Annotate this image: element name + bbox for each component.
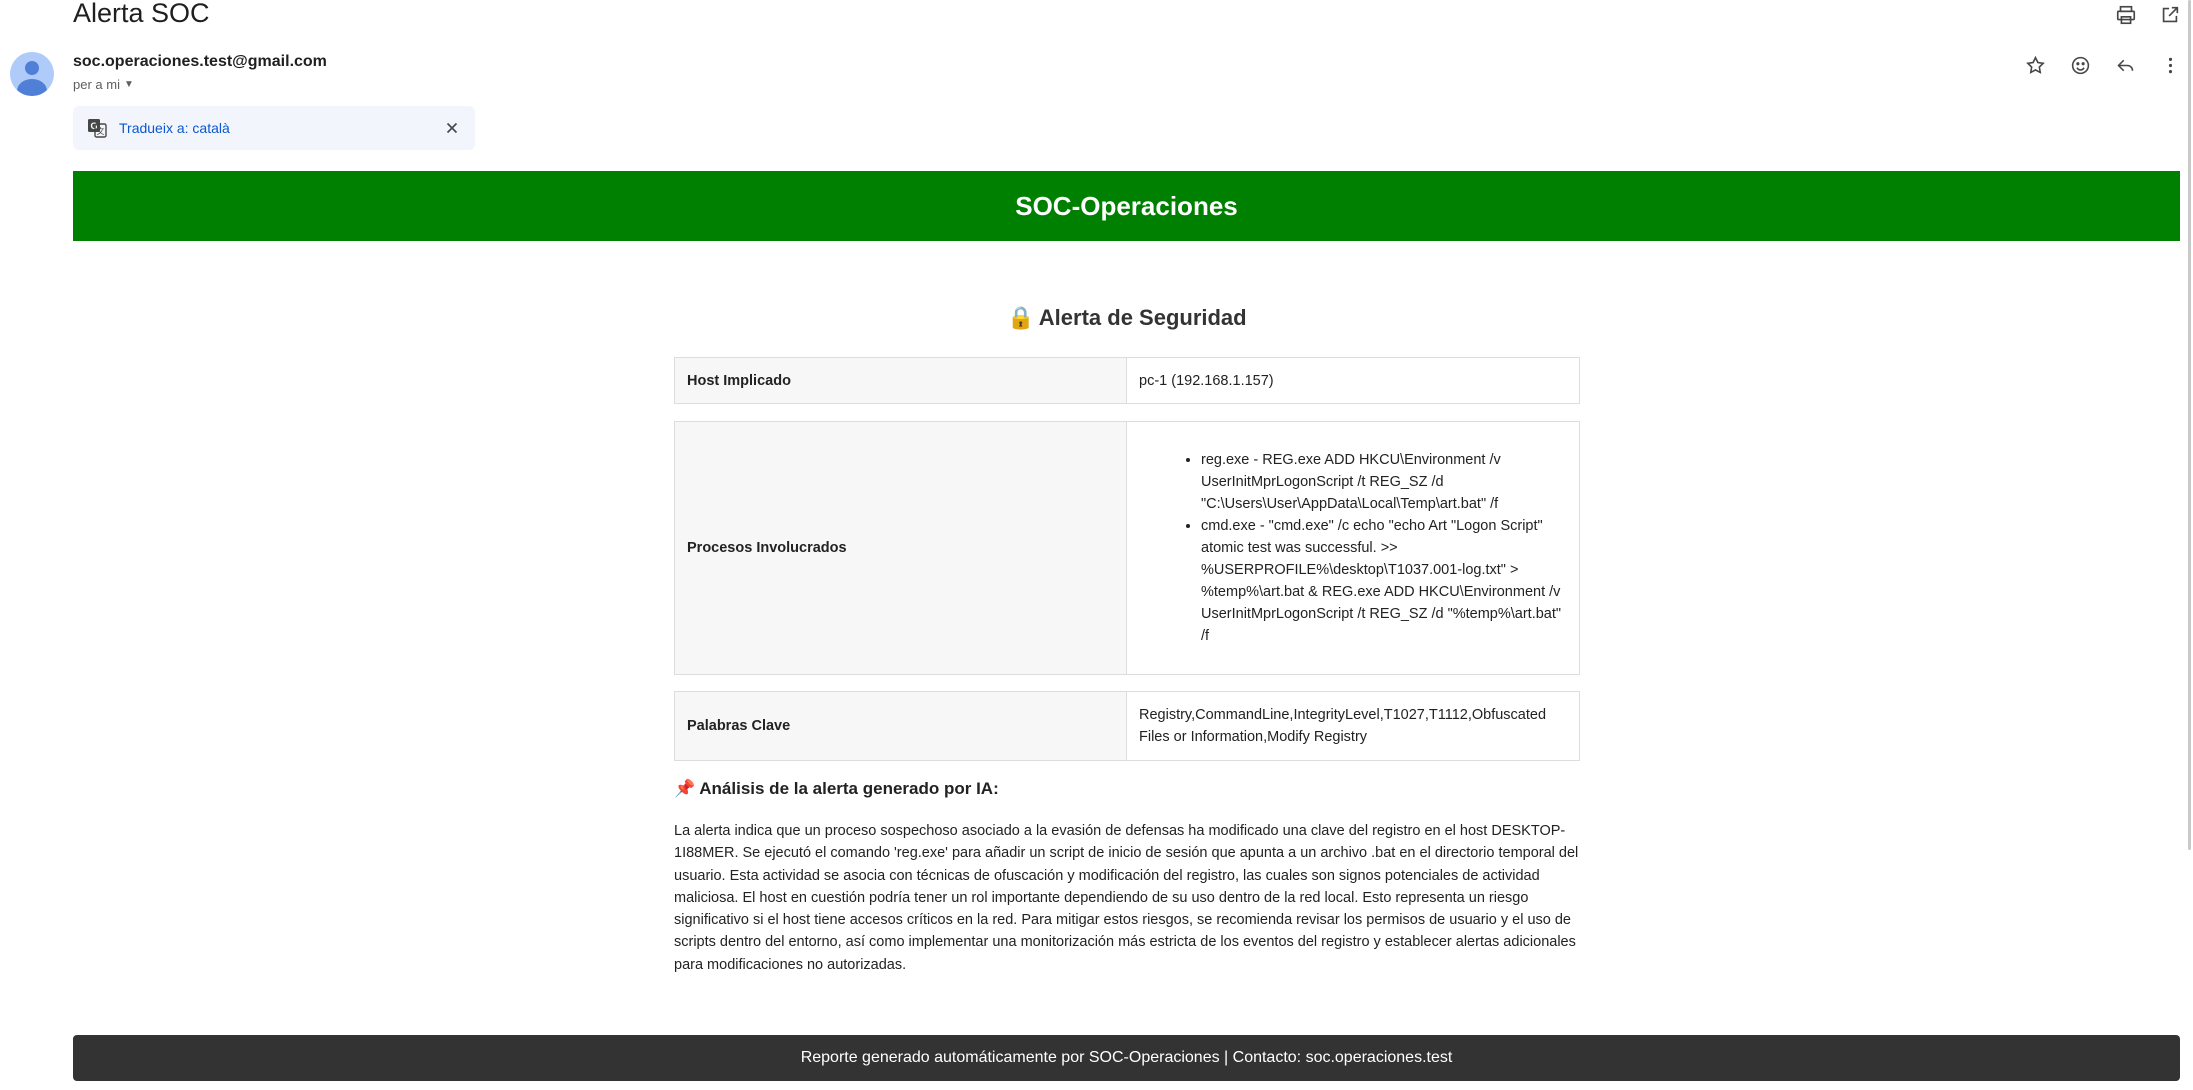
table-row: Host Implicado pc-1 (192.168.1.157)	[674, 357, 1580, 404]
analysis-heading: 📌 Análisis de la alerta generado por IA:	[674, 779, 999, 799]
reply-icon[interactable]	[2112, 52, 2138, 78]
host-key: Host Implicado	[674, 357, 1127, 404]
keywords-table: Palabras Clave Registry,CommandLine,Inte…	[674, 691, 1580, 761]
avatar[interactable]	[10, 52, 54, 96]
processes-table: Procesos Involucrados reg.exe - REG.exe …	[674, 421, 1580, 675]
translate-icon: G文	[87, 118, 107, 138]
report-header-title: SOC-Operaciones	[1015, 190, 1238, 221]
list-item: cmd.exe - "cmd.exe" /c echo "echo Art "L…	[1201, 515, 1567, 647]
pushpin-icon: 📌	[674, 779, 696, 798]
table-row: Procesos Involucrados reg.exe - REG.exe …	[674, 421, 1580, 675]
star-icon[interactable]	[2022, 52, 2048, 78]
translate-bar: G文 Tradueix a: català	[73, 106, 475, 150]
host-table: Host Implicado pc-1 (192.168.1.157)	[674, 357, 1580, 404]
close-icon[interactable]	[441, 117, 463, 139]
open-in-new-window-icon[interactable]	[2157, 2, 2183, 28]
report-footer: Reporte generado automáticamente por SOC…	[73, 1035, 2180, 1081]
svg-text:文: 文	[97, 126, 105, 136]
process-list: reg.exe - REG.exe ADD HKCU\Environment /…	[1201, 449, 1567, 647]
keywords-key: Palabras Clave	[674, 691, 1127, 761]
top-actions	[2113, 2, 2193, 28]
analysis-title: Análisis de la alerta generado por IA:	[699, 779, 999, 798]
message-actions	[2022, 52, 2193, 78]
report-header-banner: SOC-Operaciones	[73, 171, 2180, 241]
list-item: reg.exe - REG.exe ADD HKCU\Environment /…	[1201, 449, 1567, 515]
keywords-value: Registry,CommandLine,IntegrityLevel,T102…	[1126, 691, 1580, 761]
host-value: pc-1 (192.168.1.157)	[1126, 357, 1580, 404]
chevron-down-icon[interactable]: ▼	[124, 79, 134, 90]
emoji-reaction-icon[interactable]	[2067, 52, 2093, 78]
sender-address: soc.operaciones.test@gmail.com	[73, 53, 327, 70]
alert-title: 🔒 Alerta de Seguridad	[674, 305, 1580, 331]
processes-key: Procesos Involucrados	[674, 421, 1127, 675]
email-subject: Alerta SOC	[73, 0, 210, 28]
lock-icon: 🔒	[1007, 305, 1035, 330]
processes-value: reg.exe - REG.exe ADD HKCU\Environment /…	[1126, 421, 1580, 675]
table-row: Palabras Clave Registry,CommandLine,Inte…	[674, 691, 1580, 761]
translate-link[interactable]: Tradueix a: català	[119, 120, 230, 136]
recipient-label: per a mi	[73, 77, 120, 92]
print-icon[interactable]	[2113, 2, 2139, 28]
footer-text: Reporte generado automáticamente por SOC…	[800, 1049, 1453, 1066]
analysis-text: La alerta indica que un proceso sospecho…	[674, 823, 1579, 973]
recipient-details[interactable]: per a mi ▼	[73, 77, 134, 92]
more-vert-icon[interactable]	[2157, 52, 2183, 78]
alert-title-text: Alerta de Seguridad	[1038, 305, 1247, 330]
scrollbar[interactable]	[2188, 0, 2191, 850]
